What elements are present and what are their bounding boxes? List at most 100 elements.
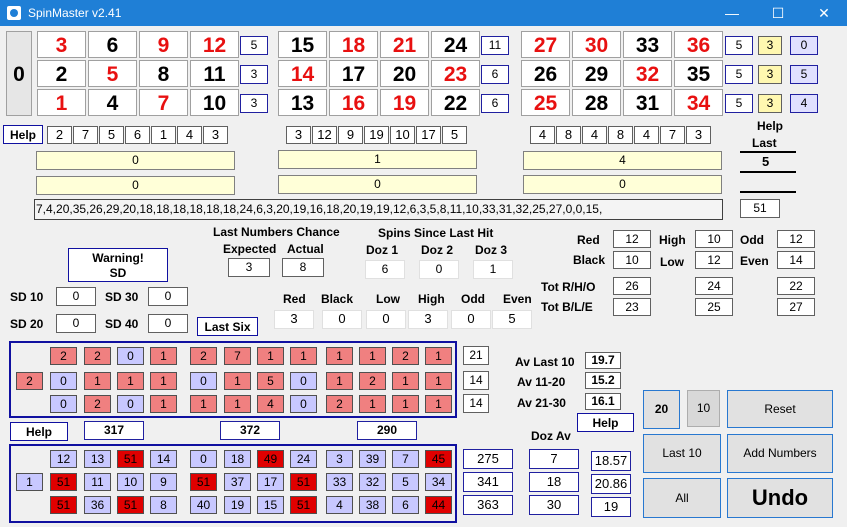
help-last-help[interactable]: Help [757,119,783,133]
number-cell[interactable]: 12 [190,31,239,58]
gap-cell: 45 [425,450,452,468]
zero-cell[interactable]: 0 [6,31,32,116]
number-cell[interactable]: 2 [37,60,86,87]
hit-cell: 2 [392,347,419,365]
tot-even: 27 [777,298,815,316]
number-cell[interactable]: 20 [380,60,429,87]
number-cell[interactable]: 32 [623,60,672,87]
number-cell[interactable]: 29 [572,60,621,87]
odd-count: 12 [777,230,815,248]
number-cell[interactable]: 17 [329,60,378,87]
maximize-button[interactable]: ☐ [755,0,801,26]
recent-number: 7 [660,126,685,144]
twenty-button[interactable]: 20 [643,390,680,429]
number-cell[interactable]: 31 [623,89,672,116]
help-button-bottom[interactable]: Help [10,422,68,441]
minimize-button[interactable]: — [709,0,755,26]
gap-cell: 8 [150,496,177,514]
hit-cell: 1 [150,347,177,365]
hit-cell: 1 [359,347,386,365]
number-cell[interactable]: 8 [139,60,188,87]
close-button[interactable]: ✕ [801,0,847,26]
recent-number: 5 [99,126,124,144]
hit-cell: 4 [257,395,284,413]
divider [740,171,796,173]
recent-number: 8 [556,126,581,144]
red-count: 12 [613,230,651,248]
gap-cell: 13 [84,450,111,468]
zero-gap-cell: 1 [16,473,43,491]
number-cell[interactable]: 30 [572,31,621,58]
history-count: 51 [740,199,780,218]
number-cell[interactable]: 33 [623,31,672,58]
gap-cell: 0 [190,450,217,468]
number-cell[interactable]: 15 [278,31,327,58]
help-last-value: 5 [762,154,770,169]
help-button[interactable]: Help [3,125,43,144]
number-cell[interactable]: 16 [329,89,378,116]
number-cell[interactable]: 11 [190,60,239,87]
last10-button[interactable]: Last 10 [643,434,721,473]
number-cell[interactable]: 6 [88,31,137,58]
hit-cell: 1 [117,372,144,390]
column-hit: 3 [758,36,782,55]
gap-cell: 34 [425,473,452,491]
row-total: 14 [463,394,489,413]
ssh-doz1-label: Doz 1 [366,243,399,257]
number-cell[interactable]: 23 [431,60,480,87]
number-cell[interactable]: 36 [674,31,723,58]
number-cell[interactable]: 22 [431,89,480,116]
low-label: Low [660,255,684,269]
number-cell[interactable]: 35 [674,60,723,87]
gap-cell: 12 [50,450,77,468]
number-cell[interactable]: 7 [139,89,188,116]
number-cell[interactable]: 10 [190,89,239,116]
breakdown-label: Odd [461,292,485,306]
number-cell[interactable]: 28 [572,89,621,116]
last-six-button[interactable]: Last Six [197,317,258,336]
ssh-doz3-label: Doz 3 [475,243,508,257]
number-cell[interactable]: 24 [431,31,480,58]
gap-cell: 44 [425,496,452,514]
hit-cell: 1 [326,347,353,365]
number-cell[interactable]: 34 [674,89,723,116]
help-button-doz[interactable]: Help [577,413,634,432]
recent-number: 2 [47,126,72,144]
all-button[interactable]: All [643,478,721,518]
low-count: 12 [695,251,733,269]
add-numbers-button[interactable]: Add Numbers [727,434,833,473]
tot-red: 26 [613,277,651,295]
number-cell[interactable]: 5 [88,60,137,87]
number-cell[interactable]: 19 [380,89,429,116]
number-cell[interactable]: 27 [521,31,570,58]
number-cell[interactable]: 18 [329,31,378,58]
hit-cell: 0 [190,372,217,390]
recent-number: 5 [442,126,467,144]
gap-cell: 51 [290,496,317,514]
ten-button[interactable]: 10 [687,390,720,427]
av-2130-label: Av 21-30 [517,396,566,410]
gap-cell: 24 [290,450,317,468]
number-cell[interactable]: 14 [278,60,327,87]
gap-cell: 39 [359,450,386,468]
number-cell[interactable]: 4 [88,89,137,116]
reset-button[interactable]: Reset [727,390,833,428]
number-cell[interactable]: 26 [521,60,570,87]
gap-cell: 49 [257,450,284,468]
doz-av-value: 18 [529,472,579,492]
number-cell[interactable]: 25 [521,89,570,116]
gap-cell: 51 [190,473,217,491]
ssh-doz2: 0 [419,260,459,279]
undo-button[interactable]: Undo [727,478,833,518]
number-cell[interactable]: 9 [139,31,188,58]
number-cell[interactable]: 3 [37,31,86,58]
lnc-expected-label: Expected [223,242,277,256]
number-cell[interactable]: 13 [278,89,327,116]
hit-cell: 0 [290,395,317,413]
hit-cell: 1 [150,395,177,413]
sd20-label: SD 20 [10,317,44,331]
number-cell[interactable]: 21 [380,31,429,58]
hit-cell: 5 [257,372,284,390]
recent-number: 4 [582,126,607,144]
number-cell[interactable]: 1 [37,89,86,116]
